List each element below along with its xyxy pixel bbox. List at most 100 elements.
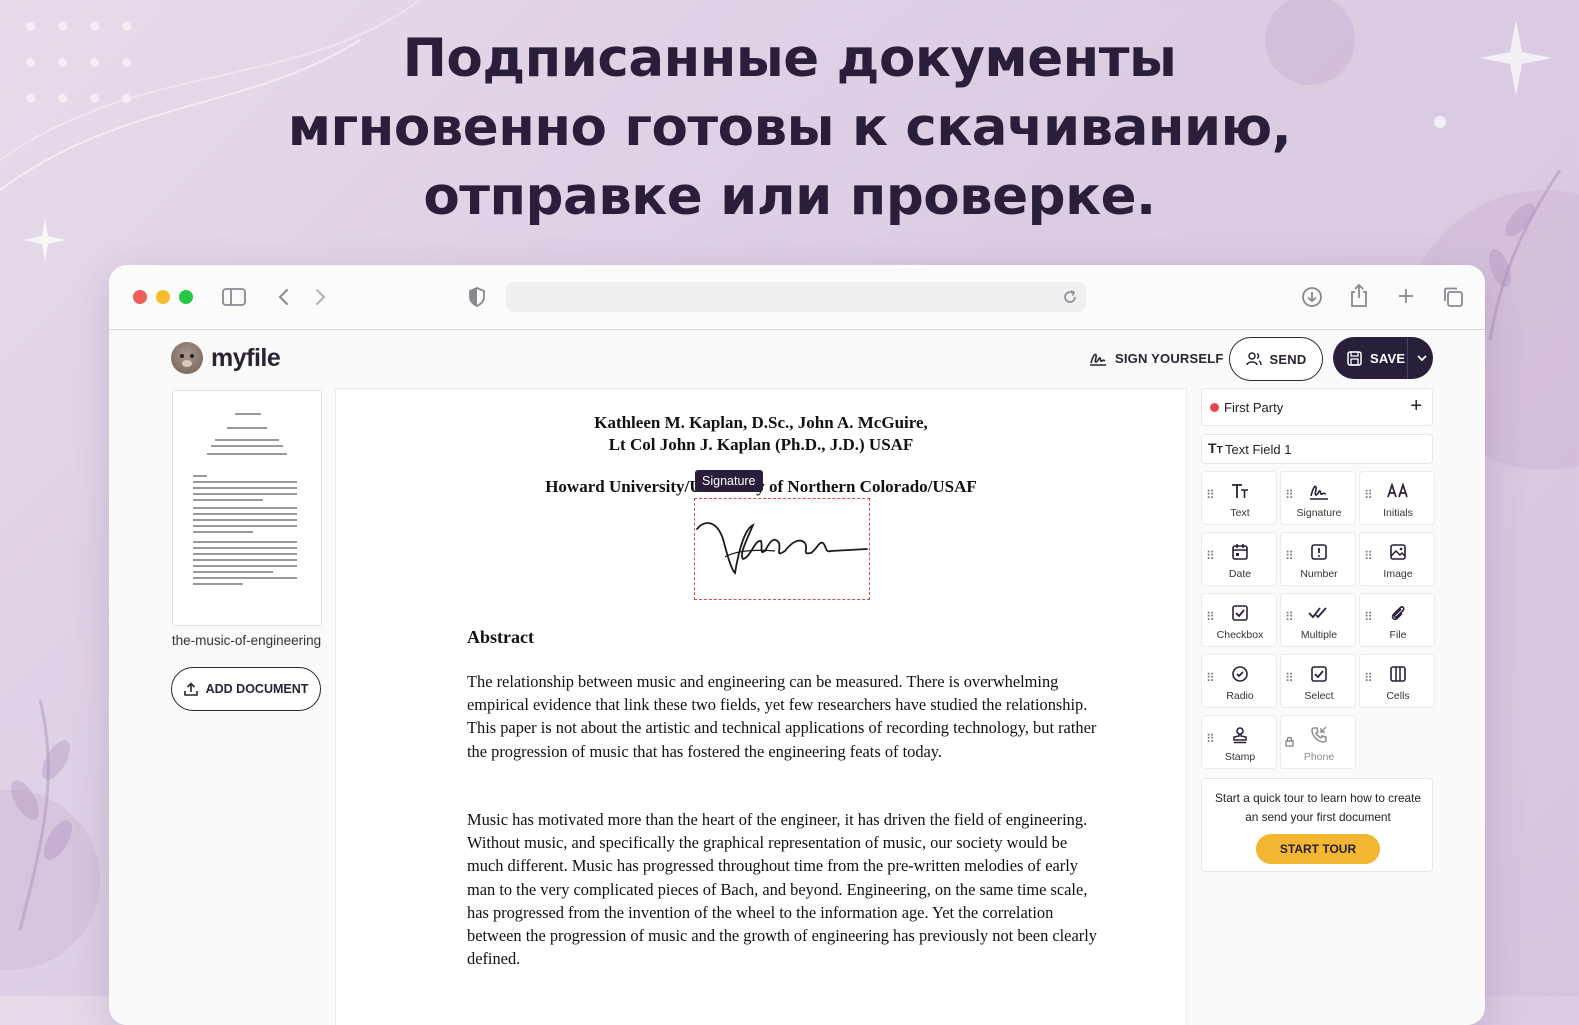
text-field-label: Text Field 1 xyxy=(1225,442,1292,457)
lock-icon[interactable] xyxy=(1285,736,1294,747)
save-icon xyxy=(1347,350,1362,366)
mole-logo-icon xyxy=(171,342,203,374)
tool-label: Checkbox xyxy=(1216,629,1264,641)
start-tour-button[interactable]: START TOUR xyxy=(1256,834,1380,864)
drag-handle-icon[interactable]: ⠿ xyxy=(1364,611,1373,623)
authors-line-1: Kathleen M. Kaplan, D.Sc., John A. McGui… xyxy=(594,413,928,432)
tool-checkbox[interactable]: ⠿ Checkbox xyxy=(1201,593,1277,647)
tool-label: Stamp xyxy=(1224,751,1256,763)
abstract-paragraph-1: The relationship between music and engin… xyxy=(467,672,1097,761)
tool-number[interactable]: ⠿ Number xyxy=(1280,532,1356,586)
tool-stamp[interactable]: ⠿ Stamp xyxy=(1201,715,1277,769)
phone-icon xyxy=(1307,725,1331,745)
browser-window: myfile SIGN YOURSELF SEND SAVE the-music… xyxy=(109,265,1485,1025)
party-selector[interactable]: First Party + xyxy=(1201,388,1433,426)
tool-label: Number xyxy=(1300,568,1338,580)
drag-handle-icon[interactable]: ⠿ xyxy=(1206,489,1215,501)
send-button[interactable]: SEND xyxy=(1229,337,1323,381)
back-chevron-icon[interactable] xyxy=(277,287,291,307)
add-document-button[interactable]: ADD DOCUMENT xyxy=(171,667,321,711)
tool-label: File xyxy=(1389,629,1407,641)
paperclip-icon xyxy=(1386,603,1410,623)
zoom-window-button[interactable] xyxy=(179,290,193,304)
text-field-item[interactable]: TT Text Field 1 xyxy=(1201,434,1433,464)
cells-icon xyxy=(1386,664,1410,684)
tool-label: Select xyxy=(1304,690,1334,702)
upload-icon xyxy=(183,682,198,696)
drag-handle-icon[interactable]: ⠿ xyxy=(1206,611,1215,623)
app-logo[interactable]: myfile xyxy=(171,342,281,374)
tool-text[interactable]: ⠿ Text xyxy=(1201,471,1277,525)
drag-handle-icon[interactable]: ⠿ xyxy=(1285,550,1294,562)
add-document-label: ADD DOCUMENT xyxy=(205,682,309,696)
new-tab-icon[interactable] xyxy=(1397,287,1415,305)
headline-line-2: мгновенно готовы к скачиванию, xyxy=(287,97,1292,158)
signature-pen-icon xyxy=(1090,353,1106,366)
tour-message: Start a quick tour to learn how to creat… xyxy=(1215,791,1421,824)
tool-select[interactable]: ⠿ Select xyxy=(1280,654,1356,708)
save-divider xyxy=(1407,337,1408,379)
download-icon[interactable] xyxy=(1301,286,1323,308)
document-page[interactable]: Kathleen M. Kaplan, D.Sc., John A. McGui… xyxy=(335,388,1187,1025)
tool-initials[interactable]: ⠿ Initials xyxy=(1359,471,1435,525)
close-window-button[interactable] xyxy=(133,290,147,304)
send-label: SEND xyxy=(1269,351,1307,367)
tool-file[interactable]: ⠿ File xyxy=(1359,593,1435,647)
minimize-window-button[interactable] xyxy=(156,290,170,304)
document-thumbnail[interactable] xyxy=(172,390,322,626)
sign-yourself-label: SIGN YOURSELF xyxy=(1115,350,1224,366)
tool-label: Date xyxy=(1228,568,1252,580)
shield-icon[interactable] xyxy=(467,286,487,308)
drag-handle-icon[interactable]: ⠿ xyxy=(1206,672,1215,684)
drag-handle-icon[interactable]: ⠿ xyxy=(1364,489,1373,501)
tool-label: Text xyxy=(1230,507,1250,519)
drag-handle-icon[interactable]: ⠿ xyxy=(1285,611,1294,623)
forward-chevron-icon[interactable] xyxy=(313,287,327,307)
tool-label: Phone xyxy=(1303,751,1335,763)
sidebar-toggle-icon[interactable] xyxy=(222,287,246,307)
tool-image[interactable]: ⠿ Image xyxy=(1359,532,1435,586)
tabs-overview-icon[interactable] xyxy=(1442,286,1464,308)
tool-phone[interactable]: Phone xyxy=(1280,715,1356,769)
tool-radio[interactable]: ⠿ Radio xyxy=(1201,654,1277,708)
drag-handle-icon[interactable]: ⠿ xyxy=(1206,733,1215,745)
select-icon xyxy=(1307,664,1331,684)
document-name[interactable]: the-music-of-engineering xyxy=(164,633,329,648)
calendar-icon xyxy=(1228,542,1252,562)
abstract-heading: Abstract xyxy=(467,627,534,647)
drag-handle-icon[interactable]: ⠿ xyxy=(1206,550,1215,562)
handwritten-signature xyxy=(696,522,868,575)
quick-tour-card: Start a quick tour to learn how to creat… xyxy=(1201,778,1433,872)
checkbox-icon xyxy=(1228,603,1252,623)
sign-yourself-button[interactable]: SIGN YOURSELF xyxy=(1089,337,1224,379)
tool-date[interactable]: ⠿ Date xyxy=(1201,532,1277,586)
share-icon[interactable] xyxy=(1349,283,1369,309)
drag-handle-icon[interactable]: ⠿ xyxy=(1285,489,1294,501)
tool-label: Signature xyxy=(1296,507,1342,519)
chevron-down-icon[interactable] xyxy=(1413,349,1431,367)
party-label: First Party xyxy=(1224,400,1284,415)
initials-icon xyxy=(1386,481,1410,501)
drag-handle-icon[interactable]: ⠿ xyxy=(1364,672,1373,684)
browser-toolbar xyxy=(109,265,1485,330)
signature-field[interactable] xyxy=(694,498,870,600)
tool-multiple[interactable]: ⠿ Multiple xyxy=(1280,593,1356,647)
save-button[interactable]: SAVE xyxy=(1333,337,1433,379)
tool-signature[interactable]: ⠿ Signature xyxy=(1280,471,1356,525)
authors-line-2: Lt Col John J. Kaplan (Ph.D., J.D.) USAF xyxy=(608,435,914,454)
drag-handle-icon[interactable]: ⠿ xyxy=(1285,672,1294,684)
drag-handle-icon[interactable]: ⠿ xyxy=(1364,550,1373,562)
multiple-check-icon xyxy=(1307,603,1331,623)
headline-line-3: отправке или проверке. xyxy=(423,166,1156,227)
tool-label: Radio xyxy=(1226,690,1254,702)
tool-label: Cells xyxy=(1386,690,1410,702)
reload-icon[interactable] xyxy=(1062,289,1078,305)
tool-label: Initials xyxy=(1383,507,1413,519)
tool-cells[interactable]: ⠿ Cells xyxy=(1359,654,1435,708)
party-color-dot xyxy=(1210,403,1219,412)
number-icon xyxy=(1307,542,1331,562)
address-bar[interactable] xyxy=(506,282,1086,312)
users-icon xyxy=(1245,352,1262,366)
radio-icon xyxy=(1228,664,1252,684)
add-party-icon[interactable]: + xyxy=(1410,395,1422,418)
